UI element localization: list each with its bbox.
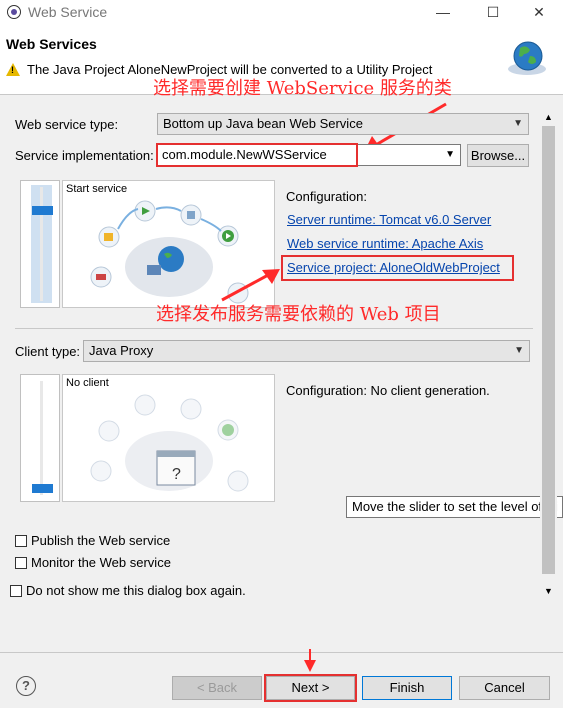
scroll-thumb[interactable] bbox=[542, 126, 555, 574]
back-button[interactable]: < Back bbox=[172, 676, 262, 700]
client-type-select[interactable]: Java Proxy ▼ bbox=[83, 340, 530, 362]
footer-divider bbox=[0, 652, 563, 653]
annotation-box-next bbox=[264, 674, 357, 702]
server-runtime-link[interactable]: Server runtime: Tomcat v6.0 Server bbox=[287, 212, 491, 227]
annotation-select-class: 选择需要创建 WebService 服务的类 bbox=[153, 78, 452, 99]
chevron-down-icon: ▼ bbox=[514, 345, 524, 356]
title-bar: Web Service — ☐ ✕ bbox=[0, 0, 563, 26]
cancel-button[interactable]: Cancel bbox=[459, 676, 550, 700]
section-divider bbox=[15, 328, 533, 329]
scroll-up-icon[interactable]: ▲ bbox=[544, 112, 553, 122]
annotation-box-project bbox=[281, 255, 514, 281]
annotation-arrow-middle-icon bbox=[221, 269, 280, 302]
client-type-value: Java Proxy bbox=[89, 343, 154, 358]
vertical-scrollbar[interactable]: ▲ ▼ bbox=[540, 110, 557, 602]
client-graphic: No client ? bbox=[62, 374, 275, 502]
slider-track bbox=[40, 381, 43, 495]
ws-runtime-link[interactable]: Web service runtime: Apache Axis bbox=[287, 236, 483, 251]
client-level-slider[interactable] bbox=[20, 374, 60, 502]
scroll-down-icon[interactable]: ▼ bbox=[544, 586, 553, 596]
publish-checkbox[interactable] bbox=[15, 535, 27, 547]
slider-tooltip: Move the slider to set the level of cli bbox=[346, 496, 563, 518]
slider-thumb[interactable] bbox=[32, 206, 53, 215]
monitor-label: Monitor the Web service bbox=[31, 555, 171, 570]
chevron-down-icon: ▼ bbox=[445, 149, 455, 160]
window-title: Web Service bbox=[28, 4, 108, 20]
page-title: Web Services bbox=[6, 36, 97, 52]
web-service-globe-icon bbox=[508, 41, 546, 75]
maximize-button[interactable]: ☐ bbox=[470, 0, 516, 26]
help-icon[interactable]: ? bbox=[16, 676, 36, 696]
dont-show-label: Do not show me this dialog box again. bbox=[26, 583, 246, 598]
service-type-label: Web service type: bbox=[15, 117, 119, 132]
annotation-arrow-bottom-icon bbox=[304, 649, 316, 672]
monitor-checkbox[interactable] bbox=[15, 557, 27, 569]
eclipse-app-icon bbox=[7, 5, 21, 19]
client-type-label: Client type: bbox=[15, 344, 81, 359]
client-config-text: Configuration: No client generation. bbox=[286, 383, 490, 398]
slider-thumb[interactable] bbox=[32, 484, 53, 493]
warning-icon: ! bbox=[6, 63, 20, 76]
minimize-button[interactable]: — bbox=[420, 0, 466, 26]
service-impl-label: Service implementation: bbox=[15, 148, 154, 163]
svg-text:?: ? bbox=[172, 466, 181, 483]
browse-button[interactable]: Browse... bbox=[467, 144, 529, 167]
annotation-select-web-project: 选择发布服务需要依赖的 Web 项目 bbox=[156, 304, 441, 325]
chevron-down-icon: ▼ bbox=[513, 118, 523, 129]
annotation-box-impl bbox=[156, 143, 358, 167]
client-graphic-title: No client bbox=[66, 377, 109, 389]
service-graphic-title: Start service bbox=[66, 183, 128, 195]
dont-show-checkbox[interactable] bbox=[10, 585, 22, 597]
finish-button[interactable]: Finish bbox=[362, 676, 452, 700]
close-button[interactable]: ✕ bbox=[516, 0, 562, 26]
service-level-slider[interactable] bbox=[20, 180, 60, 308]
slider-track bbox=[40, 187, 43, 301]
publish-label: Publish the Web service bbox=[31, 533, 171, 548]
service-type-select[interactable]: Bottom up Java bean Web Service ▼ bbox=[157, 113, 529, 135]
client-lifecycle-diagram: ? bbox=[90, 394, 249, 492]
service-type-value: Bottom up Java bean Web Service bbox=[163, 116, 363, 131]
service-config-heading: Configuration: bbox=[286, 189, 367, 204]
